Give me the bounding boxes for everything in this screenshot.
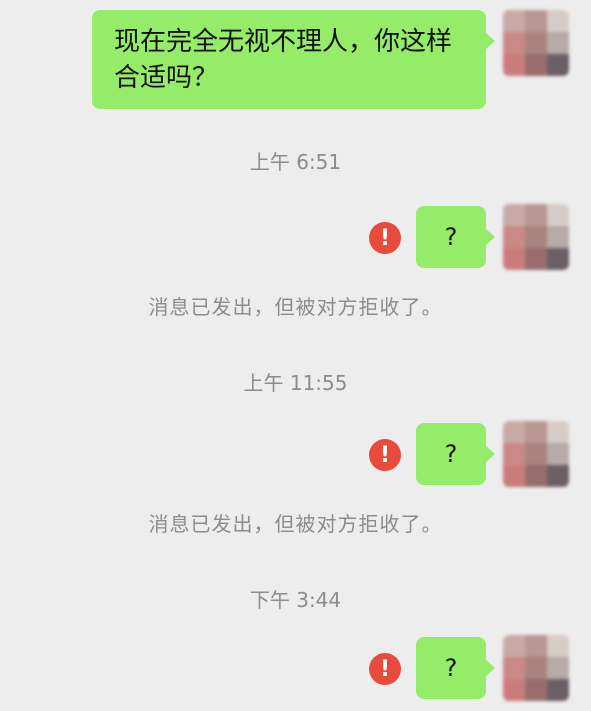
timestamp: 下午 3:44 [249,588,342,612]
avatar[interactable] [503,204,569,270]
exclamation-circle-icon[interactable]: ! [369,653,401,685]
avatar[interactable] [503,421,569,487]
message-text: ? [444,223,458,251]
exclamation-circle-icon[interactable]: ! [369,439,401,471]
avatar[interactable] [503,635,569,701]
exclamation-circle-icon[interactable]: ! [369,222,401,254]
system-notice: 消息已发出，但被对方拒收了。 [148,295,443,319]
message-bubble[interactable]: 现在完全无视不理人，你这样合适吗？ [92,10,495,109]
chat-window: 现在完全无视不理人，你这样合适吗？ 上午 6:51 ! ? 消息已发出，但被对方… [0,0,591,711]
message-text: ? [444,440,458,468]
message-bubble[interactable]: ? [416,423,495,485]
avatar[interactable] [503,10,569,76]
message-bubble[interactable]: ? [416,206,495,268]
message-text: 现在完全无视不理人，你这样合适吗？ [114,27,453,93]
system-notice: 消息已发出，但被对方拒收了。 [148,512,443,536]
message-bubble[interactable]: ? [416,637,495,699]
message-text: ? [444,654,458,682]
timestamp: 上午 6:51 [249,150,342,174]
timestamp: 上午 11:55 [243,371,348,395]
